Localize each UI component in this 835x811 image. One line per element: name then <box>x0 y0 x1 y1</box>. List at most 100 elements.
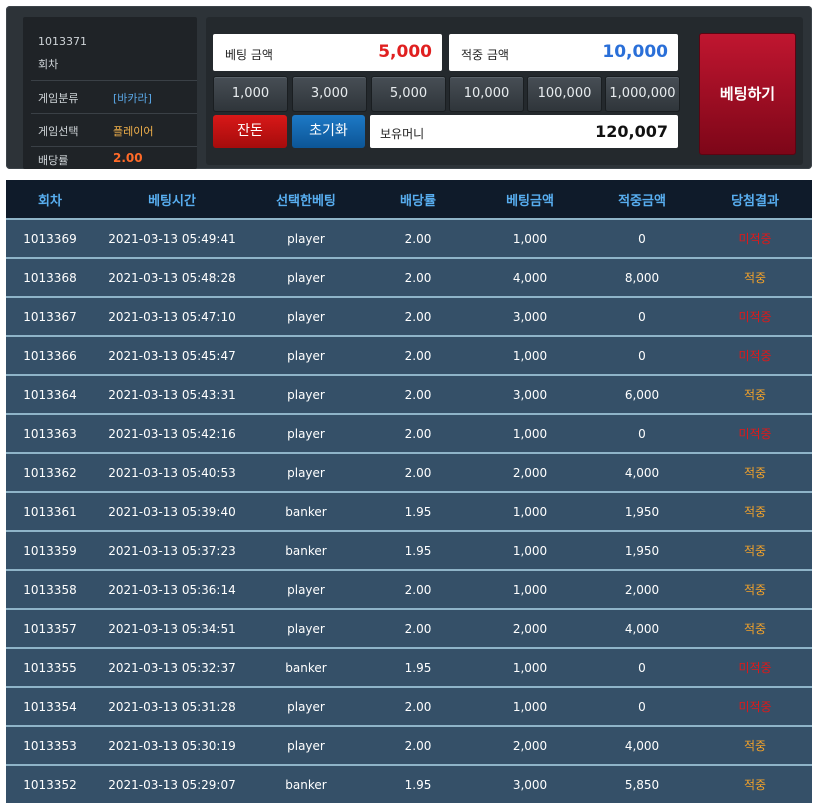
cell-win-amount: 1,950 <box>586 530 698 570</box>
chip-button-3000[interactable]: 3,000 <box>292 76 367 112</box>
balance-label: 보유머니 <box>380 127 425 141</box>
cell-time: 2021-03-13 05:37:23 <box>94 530 250 570</box>
cell-bet-amount: 4,000 <box>474 257 586 297</box>
cell-bet-amount: 1,000 <box>474 491 586 531</box>
odds-row: 배당률 2.00 <box>31 146 197 169</box>
table-row: 1013355 2021-03-13 05:32:37 banker 1.95 1,00… <box>6 647 812 687</box>
cell-odds: 2.00 <box>362 686 474 726</box>
cell-win-amount: 0 <box>586 218 698 258</box>
cell-time: 2021-03-13 05:42:16 <box>94 413 250 453</box>
cell-round: 1013359 <box>6 530 94 570</box>
cell-pick: banker <box>250 764 362 803</box>
cell-odds: 2.00 <box>362 296 474 336</box>
cell-round: 1013367 <box>6 296 94 336</box>
cell-win-amount: 1,950 <box>586 491 698 531</box>
odds-label: 배당률 <box>38 154 69 167</box>
table-row: 1013354 2021-03-13 05:31:28 player 2.00 1,00… <box>6 686 812 726</box>
cell-time: 2021-03-13 05:48:28 <box>94 257 250 297</box>
cell-time: 2021-03-13 05:34:51 <box>94 608 250 648</box>
cell-pick: player <box>250 296 362 336</box>
cell-bet-amount: 1,000 <box>474 218 586 258</box>
cell-result: 미적중 <box>698 218 812 258</box>
cell-round: 1013353 <box>6 725 94 765</box>
round-info: 1013371 회차 <box>31 33 197 81</box>
header-win-amount: 적중금액 <box>586 180 698 219</box>
table-row: 1013369 2021-03-13 05:49:41 player 2.00 1,00… <box>6 218 812 258</box>
cell-round: 1013361 <box>6 491 94 531</box>
chip-button-10000[interactable]: 10,000 <box>449 76 524 112</box>
cell-result: 적중 <box>698 569 812 609</box>
win-amount-value: 10,000 <box>602 42 668 62</box>
header-round: 회차 <box>6 180 94 219</box>
table-row: 1013368 2021-03-13 05:48:28 player 2.00 4,00… <box>6 257 812 297</box>
cell-odds: 2.00 <box>362 218 474 258</box>
table-row: 1013352 2021-03-13 05:29:07 banker 1.95 3,00… <box>6 764 812 803</box>
bet-amount-value: 5,000 <box>378 42 432 62</box>
cell-result: 적중 <box>698 530 812 570</box>
cell-result: 미적중 <box>698 647 812 687</box>
bet-history-table: 회차 베팅시간 선택한베팅 배당률 베팅금액 적중금액 당첨결과 1013369… <box>6 180 812 803</box>
cell-win-amount: 0 <box>586 647 698 687</box>
cell-time: 2021-03-13 05:40:53 <box>94 452 250 492</box>
table-row: 1013362 2021-03-13 05:40:53 player 2.00 2,00… <box>6 452 812 492</box>
table-row: 1013367 2021-03-13 05:47:10 player 2.00 3,00… <box>6 296 812 336</box>
cell-odds: 2.00 <box>362 608 474 648</box>
cell-bet-amount: 3,000 <box>474 764 586 803</box>
cell-odds: 2.00 <box>362 335 474 375</box>
cell-win-amount: 0 <box>586 686 698 726</box>
cell-pick: player <box>250 413 362 453</box>
cell-odds: 2.00 <box>362 257 474 297</box>
cell-odds: 2.00 <box>362 452 474 492</box>
cell-pick: banker <box>250 491 362 531</box>
cell-time: 2021-03-13 05:36:14 <box>94 569 250 609</box>
chip-button-1000[interactable]: 1,000 <box>213 76 288 112</box>
cell-pick: player <box>250 452 362 492</box>
cell-round: 1013369 <box>6 218 94 258</box>
cell-win-amount: 4,000 <box>586 725 698 765</box>
cell-time: 2021-03-13 05:45:47 <box>94 335 250 375</box>
cell-result: 적중 <box>698 452 812 492</box>
cell-result: 미적중 <box>698 413 812 453</box>
cell-round: 1013355 <box>6 647 94 687</box>
reset-button[interactable]: 초기화 <box>292 115 365 148</box>
cell-odds: 1.95 <box>362 530 474 570</box>
place-bet-button[interactable]: 베팅하기 <box>699 33 796 155</box>
table-body: 1013369 2021-03-13 05:49:41 player 2.00 1,00… <box>6 218 812 803</box>
cell-win-amount: 0 <box>586 413 698 453</box>
round-label: 회차 <box>38 58 59 71</box>
change-button[interactable]: 잔돈 <box>213 115 287 148</box>
header-result: 당첨결과 <box>698 180 812 219</box>
cell-time: 2021-03-13 05:32:37 <box>94 647 250 687</box>
win-amount-label: 적중 금액 <box>461 48 509 62</box>
cell-win-amount: 2,000 <box>586 569 698 609</box>
cell-round: 1013362 <box>6 452 94 492</box>
cell-result: 적중 <box>698 257 812 297</box>
chip-button-5000[interactable]: 5,000 <box>371 76 446 112</box>
table-row: 1013359 2021-03-13 05:37:23 banker 1.95 1,00… <box>6 530 812 570</box>
cell-result: 적중 <box>698 725 812 765</box>
table-row: 1013357 2021-03-13 05:34:51 player 2.00 2,00… <box>6 608 812 648</box>
cell-time: 2021-03-13 05:29:07 <box>94 764 250 803</box>
table-row: 1013361 2021-03-13 05:39:40 banker 1.95 1,00… <box>6 491 812 531</box>
round-number: 1013371 <box>38 35 87 48</box>
cell-pick: player <box>250 608 362 648</box>
cell-win-amount: 4,000 <box>586 452 698 492</box>
cell-odds: 1.95 <box>362 764 474 803</box>
cell-odds: 2.00 <box>362 569 474 609</box>
cell-time: 2021-03-13 05:49:41 <box>94 218 250 258</box>
cell-odds: 1.95 <box>362 491 474 531</box>
cell-win-amount: 5,850 <box>586 764 698 803</box>
cell-result: 적중 <box>698 491 812 531</box>
cell-bet-amount: 1,000 <box>474 413 586 453</box>
cell-result: 미적중 <box>698 335 812 375</box>
cell-odds: 2.00 <box>362 413 474 453</box>
cell-win-amount: 6,000 <box>586 374 698 414</box>
cell-bet-amount: 3,000 <box>474 374 586 414</box>
chip-button-1000000[interactable]: 1,000,000 <box>605 76 680 112</box>
cell-pick: banker <box>250 647 362 687</box>
bet-area: 베팅 금액 5,000 적중 금액 10,000 1,000 3,000 5,0… <box>206 17 803 165</box>
chip-button-100000[interactable]: 100,000 <box>527 76 602 112</box>
game-select-value: 플레이어 <box>113 125 154 138</box>
cell-bet-amount: 1,000 <box>474 335 586 375</box>
cell-bet-amount: 1,000 <box>474 569 586 609</box>
